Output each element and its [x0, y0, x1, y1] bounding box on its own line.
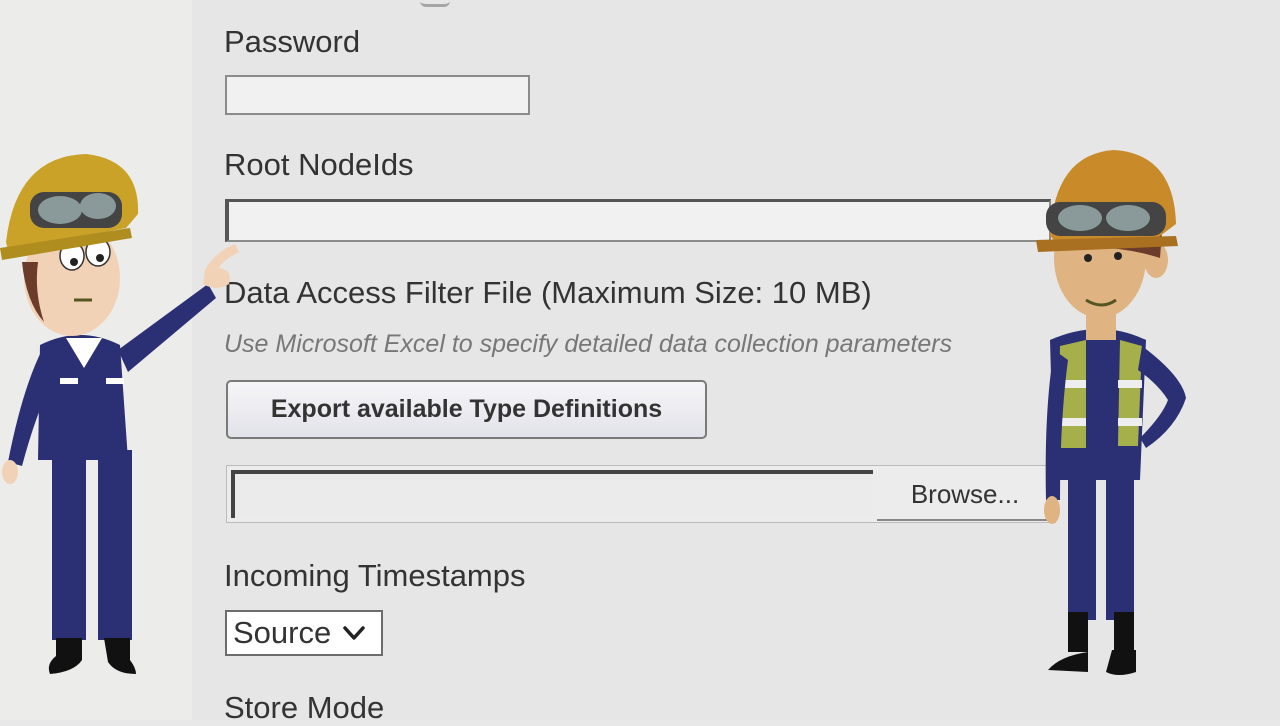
incoming-timestamps-label: Incoming Timestamps: [224, 558, 526, 593]
incoming-timestamps-value: Source: [233, 615, 332, 650]
file-path-field[interactable]: [231, 470, 873, 518]
worker-left-illustration: [0, 154, 239, 674]
password-input[interactable]: [225, 75, 530, 115]
filter-file-label: Data Access Filter File (Maximum Size: 1…: [224, 275, 872, 310]
export-type-definitions-button[interactable]: Export available Type Definitions: [226, 380, 707, 439]
chevron-down-icon: [343, 626, 365, 640]
cropped-heading-fragment: [420, 0, 450, 7]
incoming-timestamps-select[interactable]: Source: [225, 610, 383, 656]
filter-file-note: Use Microsoft Excel to specify detailed …: [224, 330, 953, 358]
password-label: Password: [224, 24, 361, 59]
root-nodeids-input[interactable]: [225, 199, 1051, 242]
store-mode-label: Store Mode: [224, 690, 385, 725]
file-upload-control: Browse...: [226, 465, 1056, 523]
worker-right-illustration: [1036, 150, 1186, 675]
browse-button[interactable]: Browse...: [877, 469, 1053, 519]
root-nodeids-label: Root NodeIds: [224, 147, 414, 182]
